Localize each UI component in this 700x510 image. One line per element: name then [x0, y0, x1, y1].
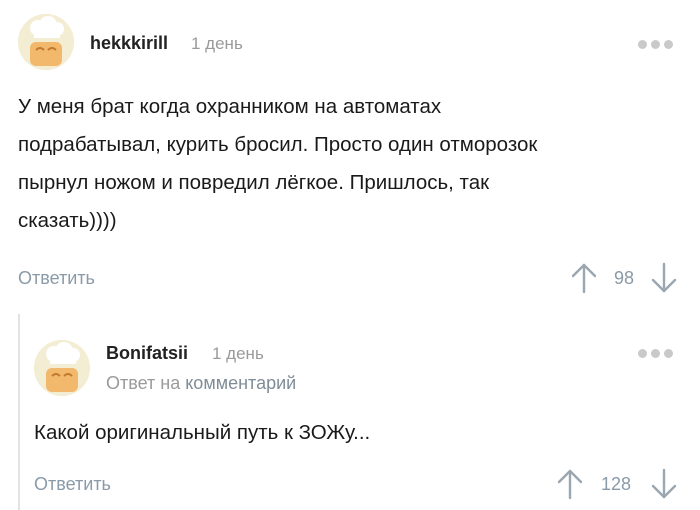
comment-body-line: сказать))))	[18, 209, 117, 232]
reply-to-link[interactable]: комментарий	[185, 373, 296, 393]
comment-body-line: подрабатывал, курить бросил. Просто один…	[18, 133, 538, 156]
downvote-arrow-icon[interactable]	[650, 262, 678, 294]
reply-to-line: Ответ на комментарий	[106, 373, 296, 394]
thread-line[interactable]	[18, 314, 20, 510]
rating-value: 128	[600, 474, 632, 494]
reply-button[interactable]: Ответить	[18, 268, 95, 289]
more-dots-icon[interactable]	[638, 40, 673, 49]
rating-value: 98	[613, 268, 635, 288]
chef-avatar-icon	[34, 340, 90, 396]
dot	[651, 349, 660, 358]
user-avatar[interactable]	[18, 14, 74, 70]
reply-time[interactable]: 1 день	[212, 344, 264, 364]
comment-time[interactable]: 1 день	[191, 34, 243, 54]
upvote-arrow-icon[interactable]	[570, 262, 598, 294]
dot	[638, 349, 647, 358]
upvote-arrow-icon[interactable]	[556, 468, 584, 500]
comment-body: У меня брат когда охранником на автомата…	[18, 88, 688, 240]
reply-to-prefix: Ответ на	[106, 373, 181, 393]
reply-username[interactable]: Bonifatsii	[106, 343, 188, 364]
downvote-arrow-icon[interactable]	[650, 468, 678, 500]
more-dots-icon[interactable]	[638, 349, 673, 358]
dot	[664, 349, 673, 358]
comment-username[interactable]: hekkkirill	[90, 33, 168, 54]
chef-avatar-icon	[18, 14, 74, 70]
user-avatar[interactable]	[34, 340, 90, 396]
dot	[638, 40, 647, 49]
comment-body-line: пырнул ножом и повредил лёгкое. Пришлось…	[18, 171, 490, 194]
dot	[651, 40, 660, 49]
dot	[664, 40, 673, 49]
reply-button[interactable]: Ответить	[34, 474, 111, 495]
comment-body-line: У меня брат когда охранником на автомата…	[18, 95, 442, 118]
reply-body: Какой оригинальный путь к ЗОЖу...	[34, 421, 371, 444]
